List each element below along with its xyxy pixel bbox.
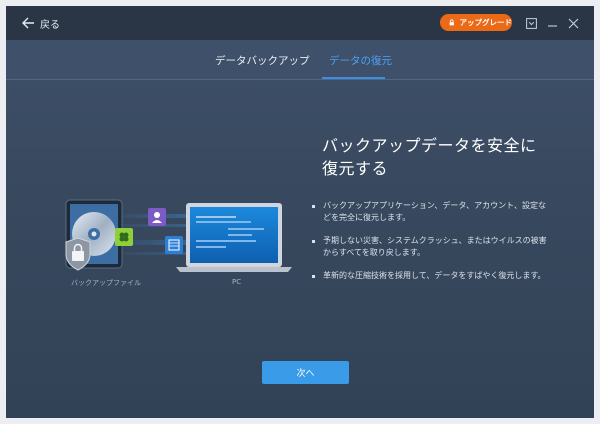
back-label: 戻る	[40, 19, 60, 31]
tab-data-backup[interactable]: データバックアップ	[215, 53, 310, 68]
bullet-icon	[312, 240, 315, 243]
title-bar: 戻る アップグレード	[6, 6, 594, 40]
upgrade-label: アップグレード	[459, 18, 513, 27]
minimize-button[interactable]	[544, 15, 560, 31]
feature-item: 革新的な圧縮技術を採用して、データをすばやく復元します。	[310, 270, 550, 282]
next-button[interactable]: 次へ	[262, 361, 349, 384]
tab-data-restore[interactable]: データの復元	[329, 53, 392, 68]
close-icon	[568, 18, 578, 28]
bullet-icon	[312, 205, 315, 208]
menu-dropdown-icon	[525, 17, 537, 29]
feature-text: 予期しない災害、システムクラッシュ、またはウイルスの被害からすべてを取り戻します…	[323, 236, 547, 257]
bullet-icon	[312, 275, 315, 278]
lock-icon	[449, 19, 454, 26]
feature-text: 革新的な圧縮技術を採用して、データをすばやく復元します。	[323, 271, 546, 280]
minimize-icon	[547, 24, 557, 27]
feature-item: 予期しない災害、システムクラッシュ、またはウイルスの被害からすべてを取り戻します…	[310, 235, 550, 259]
app-window: 戻る アップグレード データバックアップ データの復元 バックアップファイル P…	[6, 6, 594, 418]
feature-text: バックアップアプリケーション、データ、アカウント、設定などを完全に復元します。	[323, 201, 546, 222]
tab-bar: データバックアップ データの復元	[6, 40, 594, 80]
close-button[interactable]	[565, 15, 581, 31]
pc-caption: PC	[232, 278, 242, 286]
menu-button[interactable]	[523, 15, 539, 31]
backup-file-caption: バックアップファイル	[71, 279, 141, 287]
active-tab-indicator	[322, 77, 385, 79]
feature-list: バックアップアプリケーション、データ、アカウント、設定などを完全に復元します。 …	[310, 200, 550, 293]
document-file-icon	[165, 236, 183, 254]
pc-laptop-icon	[176, 203, 292, 272]
upgrade-button[interactable]: アップグレード	[440, 14, 512, 31]
page-headline: バックアップデータを安全に復元する	[322, 136, 537, 178]
back-button[interactable]: 戻る	[22, 15, 60, 31]
app-file-icon	[115, 228, 133, 246]
user-file-icon	[148, 208, 166, 226]
feature-item: バックアップアプリケーション、データ、アカウント、設定などを完全に復元します。	[310, 200, 550, 224]
back-arrow-icon	[22, 17, 34, 29]
